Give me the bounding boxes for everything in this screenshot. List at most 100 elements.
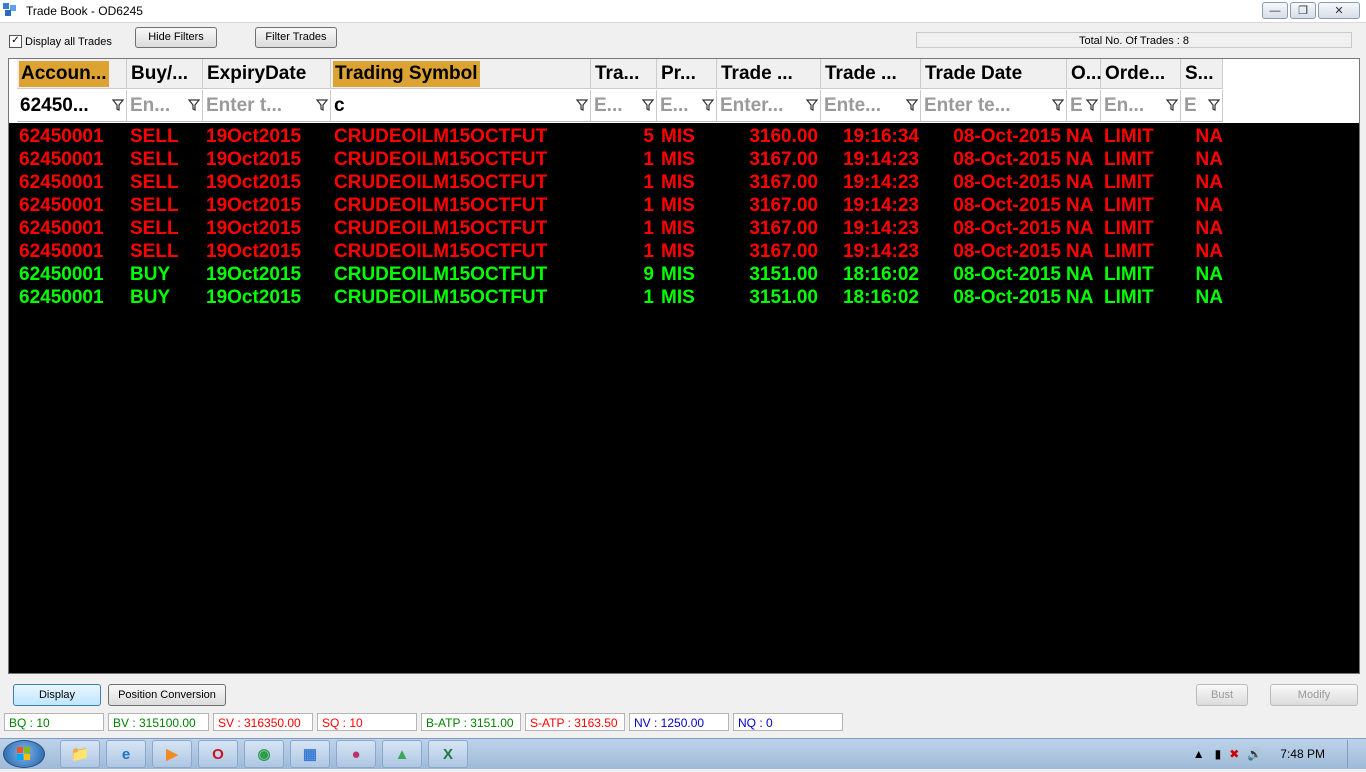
bust-button[interactable]: Bust [1196, 684, 1248, 706]
trade-row[interactable]: 62450001 BUY 19Oct2015 CRUDEOILM15OCTFUT 1 MI… [9, 286, 1359, 309]
signal-icon[interactable]: ▮ [1215, 747, 1222, 761]
checkbox-check-icon[interactable]: ✓ [9, 35, 22, 48]
trade-cell-expiry: 19Oct2015 [206, 172, 302, 193]
column-header[interactable]: Buy/... [127, 59, 203, 89]
taskbar-app-button[interactable]: ◉ [244, 740, 284, 768]
trade-cell-price: 3151.00 [749, 287, 818, 308]
column-filter-input[interactable]: En... [127, 90, 203, 122]
column-header[interactable]: Trade ... [717, 59, 821, 89]
filter-funnel-icon[interactable] [576, 98, 588, 112]
column-header[interactable]: S... [1181, 59, 1223, 89]
taskbar-app-button[interactable]: ▦ [290, 740, 330, 768]
filter-funnel-icon[interactable] [188, 98, 200, 112]
column-header[interactable]: Trade ... [821, 59, 921, 89]
column-filter-input[interactable]: E [1067, 90, 1101, 122]
trade-cell-product: MIS [661, 172, 695, 193]
column-header-label: Trading Symbol [333, 61, 480, 87]
minimize-button[interactable]: — [1262, 2, 1288, 19]
modify-button[interactable]: Modify [1270, 684, 1358, 706]
trade-cell-symbol: CRUDEOILM15OCTFUT [334, 149, 548, 170]
show-desktop-button[interactable] [1347, 740, 1360, 768]
taskbar-app-button[interactable]: X [428, 740, 468, 768]
trade-cell-side: SELL [130, 172, 179, 193]
filter-funnel-icon[interactable] [112, 98, 124, 112]
maximize-button[interactable]: ❐ [1290, 2, 1316, 19]
media-player-icon: ▶ [166, 746, 178, 763]
column-header[interactable]: Pr... [657, 59, 717, 89]
column-filter-input[interactable]: E [1181, 90, 1223, 122]
column-header[interactable]: Tra... [591, 59, 657, 89]
column-header[interactable]: ExpiryDate [203, 59, 331, 89]
trade-row[interactable]: 62450001 SELL 19Oct2015 CRUDEOILM15OCTFUT 1 M… [9, 171, 1359, 194]
trade-cell-order: LIMIT [1104, 264, 1154, 285]
taskbar-app-button[interactable]: ● [336, 740, 376, 768]
column-filter-input[interactable]: En... [1101, 90, 1181, 122]
status-field: SQ : 10 [317, 713, 417, 731]
filter-funnel-icon[interactable] [702, 98, 714, 112]
filter-funnel-icon[interactable] [806, 98, 818, 112]
taskbar-app-button[interactable]: ▶ [152, 740, 192, 768]
filter-funnel-icon[interactable] [316, 98, 328, 112]
column-filter-input[interactable]: Enter te... [921, 90, 1067, 122]
taskbar-app-button[interactable]: ▲ [382, 740, 422, 768]
column-header-label: Trade ... [825, 63, 897, 84]
column-filter-input[interactable]: E... [591, 90, 657, 122]
show-hidden-icons-icon[interactable]: ▲ [1193, 747, 1205, 761]
filter-funnel-icon[interactable] [1086, 98, 1098, 112]
trade-cell-product: MIS [661, 264, 695, 285]
column-header[interactable]: Orde... [1101, 59, 1181, 89]
column-filter-input[interactable]: Enter t... [203, 90, 331, 122]
close-button[interactable]: ✕ [1318, 2, 1360, 19]
column-filter-input[interactable]: 62450... [17, 90, 127, 122]
clock[interactable]: 7:48 PM [1280, 747, 1325, 761]
trade-row[interactable]: 62450001 SELL 19Oct2015 CRUDEOILM15OCTFUT 1 M… [9, 148, 1359, 171]
trade-grid[interactable]: Accoun... 62450... Buy/... En... ExpiryDate E… [8, 58, 1360, 674]
trade-cell-price: 3167.00 [749, 172, 818, 193]
trade-cell-o: NA [1066, 287, 1094, 308]
trade-row[interactable]: 62450001 SELL 19Oct2015 CRUDEOILM15OCTFUT 5 M… [9, 125, 1359, 148]
trade-row[interactable]: 62450001 SELL 19Oct2015 CRUDEOILM15OCTFUT 1 M… [9, 240, 1359, 263]
filter-funnel-icon[interactable] [1166, 98, 1178, 112]
trade-row[interactable]: 62450001 BUY 19Oct2015 CRUDEOILM15OCTFUT 9 MI… [9, 263, 1359, 286]
network-icon[interactable]: ✖ [1229, 747, 1239, 761]
trade-cell-symbol: CRUDEOILM15OCTFUT [334, 264, 548, 285]
trade-cell-symbol: CRUDEOILM15OCTFUT [334, 172, 548, 193]
trade-cell-expiry: 19Oct2015 [206, 218, 302, 239]
trade-cell-expiry: 19Oct2015 [206, 149, 302, 170]
column-filter-input[interactable]: Ente... [821, 90, 921, 122]
start-button[interactable] [3, 740, 45, 768]
trade-cell-symbol: CRUDEOILM15OCTFUT [334, 195, 548, 216]
trade-row[interactable]: 62450001 SELL 19Oct2015 CRUDEOILM15OCTFUT 1 M… [9, 217, 1359, 240]
trade-cell-product: MIS [661, 287, 695, 308]
filter-funnel-icon[interactable] [642, 98, 654, 112]
column-filter-input[interactable]: E... [657, 90, 717, 122]
taskbar-app-button[interactable]: e [106, 740, 146, 768]
taskbar-app-button[interactable]: 📁 [60, 740, 100, 768]
filter-funnel-icon[interactable] [1052, 98, 1064, 112]
display-all-trades-checkbox[interactable]: ✓ Display all Trades [9, 35, 112, 48]
display-button[interactable]: Display [13, 684, 101, 706]
column-header[interactable]: Accoun... [17, 59, 127, 89]
column-header[interactable]: Trade Date [921, 59, 1067, 89]
column-filter-input[interactable]: Enter... [717, 90, 821, 122]
column-header-label: Trade Date [925, 63, 1023, 84]
taskbar-app-button[interactable]: O [198, 740, 238, 768]
hide-filters-button[interactable]: Hide Filters [135, 27, 217, 48]
trade-cell-order: LIMIT [1104, 195, 1154, 216]
column-header[interactable]: Trading Symbol [331, 59, 591, 89]
volume-icon[interactable]: 🔊 [1247, 747, 1262, 761]
trade-row[interactable]: 62450001 SELL 19Oct2015 CRUDEOILM15OCTFUT 1 M… [9, 194, 1359, 217]
filter-funnel-icon[interactable] [1208, 98, 1220, 112]
column-filter-input[interactable]: c [331, 90, 591, 122]
filter-trades-button[interactable]: Filter Trades [255, 27, 337, 48]
column-header[interactable]: O... [1067, 59, 1102, 89]
trade-cell-s: NA [1195, 264, 1223, 285]
filter-funnel-icon[interactable] [906, 98, 918, 112]
trade-cell-expiry: 19Oct2015 [206, 241, 302, 262]
trade-cell-date: 08-Oct-2015 [953, 241, 1061, 262]
trade-cell-o: NA [1066, 126, 1094, 147]
trade-cell-time: 19:14:23 [842, 241, 919, 262]
trade-cell-time: 18:16:02 [842, 264, 919, 285]
position-conversion-button[interactable]: Position Conversion [108, 684, 226, 706]
trade-cell-price: 3160.00 [749, 126, 818, 147]
